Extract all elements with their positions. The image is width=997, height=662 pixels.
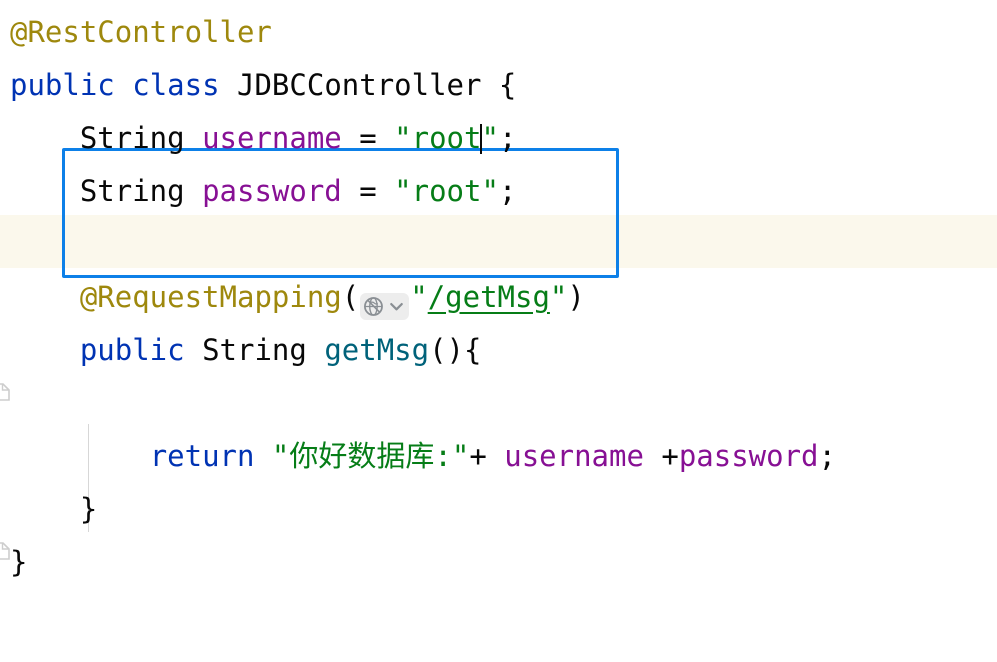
code-token: return [149, 439, 255, 473]
code-token: String [202, 333, 307, 367]
code-token: " [549, 280, 568, 314]
code-token: "root" [394, 174, 499, 208]
code-token: password [678, 439, 819, 473]
code-token: " [481, 121, 499, 155]
code-token: ; [498, 174, 517, 208]
code-token: ( [341, 280, 360, 314]
code-token: ) [567, 280, 585, 314]
line-annotation-requestmapping[interactable]: @RequestMapping( "/getMsg") [0, 271, 997, 324]
line-close-method[interactable]: } [0, 483, 997, 536]
code-token: String [79, 121, 185, 155]
line-class-declaration[interactable]: public class JDBCController { [0, 59, 997, 112]
code-token: "你好数据库:" [271, 439, 470, 473]
code-token: @RestController [10, 15, 272, 49]
globe-inlay-widget[interactable] [360, 292, 410, 320]
code-token: class [132, 68, 220, 102]
code-token: (){ [429, 333, 482, 367]
globe-icon [364, 296, 384, 316]
line-annotation-restcontroller[interactable]: @RestController [0, 6, 997, 59]
code-token: + [469, 439, 505, 473]
line-return-statement[interactable]: return "你好数据库:"+ username +password; [0, 430, 997, 483]
code-token: public [10, 68, 115, 102]
line-field-password[interactable]: String password = "root"; [0, 165, 997, 218]
line-blank-2[interactable] [0, 377, 997, 430]
code-token: username [504, 439, 644, 473]
code-token: JDBCController [237, 68, 482, 102]
chevron-down-icon [390, 302, 404, 310]
line-method-getmsg[interactable]: public String getMsg(){ [0, 324, 997, 377]
line-close-class[interactable]: } [0, 536, 997, 589]
string-link: /getMsg [427, 280, 550, 314]
line-blank-1[interactable] [0, 218, 997, 271]
code-token: { [481, 68, 517, 102]
line-field-username[interactable]: String username = "root"; [0, 112, 997, 165]
code-token: " [410, 280, 428, 314]
code-token: @RequestMapping [79, 280, 342, 314]
code-token: String [79, 174, 185, 208]
code-token: + [643, 439, 679, 473]
code-token: password [202, 174, 342, 208]
code-token: ; [818, 439, 836, 473]
code-token: "root [394, 121, 482, 155]
code-token: username [202, 121, 342, 155]
code-token: } [79, 492, 98, 526]
code-token: getMsg [324, 333, 430, 367]
code-token: = [341, 121, 395, 155]
code-token: = [341, 174, 395, 208]
code-token: } [10, 545, 28, 579]
code-token: public [79, 333, 185, 367]
code-token: ; [498, 121, 517, 155]
code-editor[interactable]: @RestController public class JDBCControll… [0, 0, 997, 662]
